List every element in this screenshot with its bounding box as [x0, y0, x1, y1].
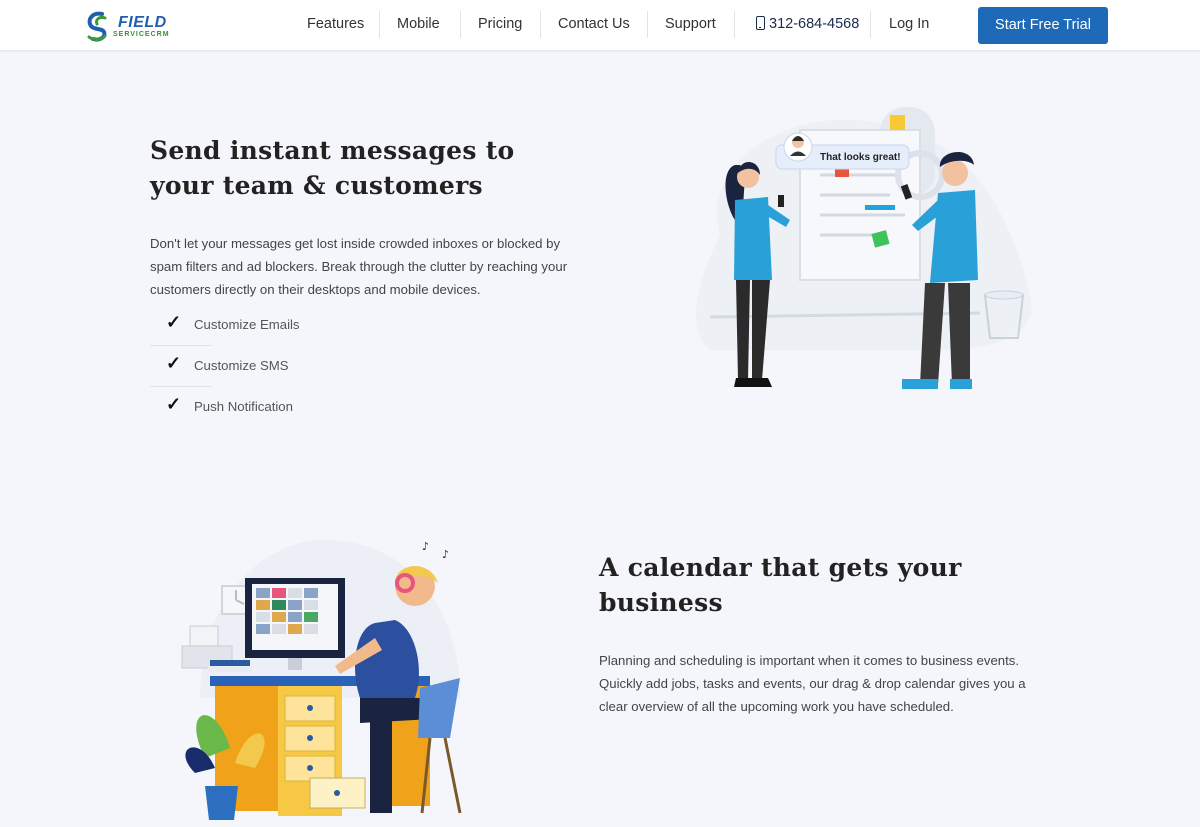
calendar-illustration: ♪ ♪	[181, 540, 462, 820]
feature-label: Push Notification	[194, 399, 293, 414]
feature-item: ✓ Push Notification	[150, 387, 350, 427]
phone-link[interactable]: 312-684-4568	[756, 16, 859, 32]
phone-number: 312-684-4568	[769, 16, 860, 32]
start-free-trial-button[interactable]: Start Free Trial	[978, 7, 1108, 44]
logo-subtitle: SERVICECRM	[113, 31, 170, 38]
feature-item: ✓ Customize Emails	[150, 305, 350, 345]
site-header: FIELD SERVICECRM Features Mobile Pricing…	[0, 0, 1200, 51]
chat-bubble-text: That looks great!	[820, 152, 901, 163]
feature-label: Customize Emails	[194, 317, 300, 332]
checkmark-icon: ✓	[166, 353, 182, 373]
mobile-phone-icon	[756, 16, 765, 30]
logo-wordmark[interactable]: FIELD	[118, 14, 167, 32]
nav-pricing[interactable]: Pricing	[478, 16, 522, 32]
checkmark-icon: ✓	[166, 312, 182, 332]
calendar-title: A calendar that gets your business	[599, 553, 962, 617]
messaging-title: Send instant messages to your team & cus…	[150, 136, 515, 200]
messaging-description: Don't let your messages get lost inside …	[150, 236, 568, 297]
messaging-illustration: That looks great!	[696, 107, 1032, 389]
nav-features[interactable]: Features	[307, 16, 364, 32]
feature-label: Customize SMS	[194, 358, 289, 373]
nav-divider	[460, 11, 461, 38]
login-link[interactable]: Log In	[889, 16, 929, 32]
nav-contact-us[interactable]: Contact Us	[558, 16, 630, 32]
nav-divider	[540, 11, 541, 38]
nav-divider	[734, 11, 735, 38]
nav-mobile[interactable]: Mobile	[397, 16, 440, 32]
nav-divider	[647, 11, 648, 38]
checkmark-icon: ✓	[166, 394, 182, 414]
music-note-icon: ♪	[442, 548, 449, 561]
feature-item: ✓ Customize SMS	[150, 346, 350, 386]
music-note-icon: ♪	[422, 540, 429, 553]
nav-divider	[379, 11, 380, 38]
nav-divider	[870, 11, 871, 38]
calendar-description: Planning and scheduling is important whe…	[599, 653, 1026, 714]
nav-support[interactable]: Support	[665, 16, 716, 32]
